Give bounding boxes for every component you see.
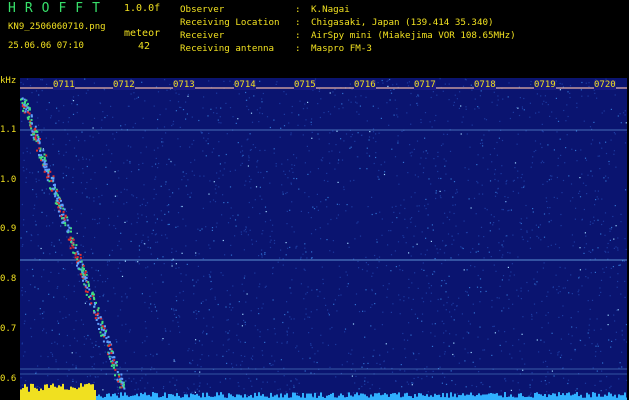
- frequency-axis: kHz 1.1 1.0 0.9 0.8 0.7 0.6: [0, 74, 20, 400]
- meteor-count-label: meteor: [124, 28, 161, 39]
- time-tick-label: 0716: [354, 80, 376, 90]
- app-logo: HROFFT: [8, 1, 109, 16]
- axis-tick-label: 1.0: [0, 175, 17, 185]
- time-tick-label: 0711: [53, 80, 75, 90]
- app-version: 1.0.0f: [124, 3, 161, 14]
- time-tick-label: 0718: [474, 80, 496, 90]
- info-row-observer: Observer : K.Nagai: [180, 3, 516, 16]
- axis-tick-label: 0.8: [0, 274, 17, 284]
- info-key: Receiver: [180, 30, 225, 41]
- info-separator: :: [295, 30, 301, 41]
- axis-tick-label: 1.1: [0, 125, 17, 135]
- axis-unit-label: kHz: [0, 76, 17, 86]
- axis-tick-label: 0.7: [0, 324, 17, 334]
- meteor-count-value: 42: [138, 41, 151, 52]
- time-tick-label: 0712: [113, 80, 135, 90]
- info-value: Maspro FM-3: [311, 43, 372, 54]
- image-filename: KN9_2506060710.png: [8, 22, 106, 32]
- time-tick-label: 0720: [594, 80, 616, 90]
- time-tick-label: 0717: [414, 80, 436, 90]
- spectrogram-canvas: [20, 78, 627, 400]
- info-row-antenna: Receiving antenna : Maspro FM-3: [180, 42, 516, 55]
- info-key: Receiving antenna: [180, 43, 275, 54]
- info-row-receiver: Receiver : AirSpy mini (Miakejima VOR 10…: [180, 29, 516, 42]
- info-key: Receiving Location: [180, 17, 280, 28]
- info-value: AirSpy mini (Miakejima VOR 108.65MHz): [311, 30, 516, 41]
- time-tick-label: 0713: [173, 80, 195, 90]
- header: HROFFT 1.0.0f KN9_2506060710.png meteor …: [0, 0, 629, 74]
- spectrogram-view[interactable]: [20, 78, 627, 400]
- time-tick-label: 0719: [534, 80, 556, 90]
- axis-tick-label: 0.9: [0, 224, 17, 234]
- info-separator: :: [295, 43, 301, 54]
- info-row-location: Receiving Location : Chigasaki, Japan (1…: [180, 16, 516, 29]
- info-key: Observer: [180, 4, 225, 15]
- axis-tick-label: 0.6: [0, 374, 17, 384]
- info-separator: :: [295, 4, 301, 15]
- observation-info: Observer : K.Nagai Receiving Location : …: [180, 3, 516, 55]
- info-value: Chigasaki, Japan (139.414 35.340): [311, 17, 494, 28]
- info-separator: :: [295, 17, 301, 28]
- time-tick-label: 0714: [234, 80, 256, 90]
- info-value: K.Nagai: [311, 4, 350, 15]
- time-tick-label: 0715: [294, 80, 316, 90]
- observation-datetime: 25.06.06 07:10: [8, 41, 84, 51]
